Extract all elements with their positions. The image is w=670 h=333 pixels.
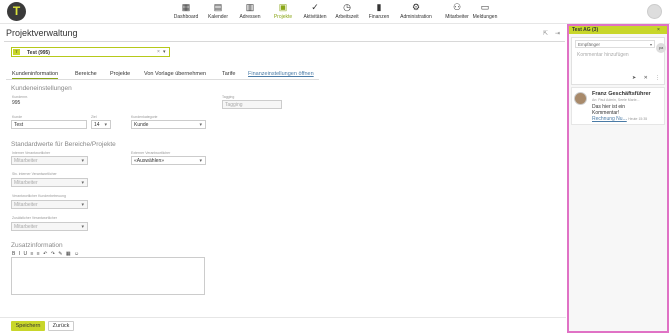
close-icon[interactable]: × [657,27,660,33]
tagging-input[interactable]: Tagging [222,100,282,109]
intern-verantwortlicher-value: Mitarbeiter [14,158,38,164]
tab-projekte[interactable]: Projekte [110,71,130,77]
message-icon: ▭ [480,2,490,12]
projects-icon: ▣ [278,2,288,12]
comment-author: Franz Geschäftsführer [592,91,651,97]
user-avatar[interactable] [647,4,662,19]
comment-card[interactable]: Franz Geschäftsführer An: Paul Admin, Se… [571,87,665,125]
section-standardwerte: Standardwerte für Bereiche/Projekte [11,141,116,148]
comment-link[interactable]: Rechnung Nu... [592,116,627,122]
building-icon: ▥ [245,2,255,12]
nav-meldungen[interactable]: ▭ Meldungen [462,2,508,22]
clock-icon: ◷ [343,2,351,12]
kundenkategorie-value: Kunde [134,122,149,128]
kunde-label: Kunde [12,115,23,119]
tagging-label: Tagging [222,95,235,99]
comment-compose-box: Empfänger ▾ Kommentar hinzufügen pa ➤ ✕ … [571,37,666,85]
project-tag-badge: T [13,49,20,55]
stv-intern-label: Stv. interner Verantwortlicher [12,172,57,176]
kundenbetreuung-value: Mitarbeiter [14,202,38,208]
recipients-select[interactable]: Empfänger ▾ [575,40,655,48]
extern-verantwortlicher-label: Externer Verantwortlicher [131,151,171,155]
comment-author-avatar [574,92,587,105]
stv-intern-select[interactable]: Mitarbeiter ▾ [11,178,88,187]
comment-input[interactable]: Kommentar hinzufügen [575,51,655,60]
zusatzinformation-editor[interactable] [11,257,205,295]
tab-von-vorlage[interactable]: Von Vorlage übernehmen [144,71,206,77]
ziel-select[interactable]: 14 ▾ [91,120,111,129]
kundennr-value: 995 [12,100,21,106]
intern-verantwortlicher-label: Interner Verantwortlicher [12,151,51,155]
project-select[interactable]: T Test (995) × ▾ [11,47,170,57]
page-title: Projektverwaltung [6,28,78,38]
back-button[interactable]: Zurück [48,321,74,331]
tab-finanzeinstellungen[interactable]: Finanzeinstellungen öffnen [248,71,314,77]
kundenkategorie-select[interactable]: Kunde ▾ [131,120,206,129]
tab-bereiche[interactable]: Bereiche [75,71,97,77]
ziel-select-value: 14 [94,122,100,128]
external-link-icon[interactable]: ⇱ [543,30,548,37]
expand-icon[interactable]: ⇥ [555,30,560,37]
chevron-down-icon: ▾ [81,202,84,208]
chevron-down-icon: ▾ [104,122,107,128]
section-kundeneinstellungen: Kundeneinstellungen [11,85,72,92]
chevron-down-icon: ▾ [81,158,84,164]
check-icon: ✓ [311,2,319,12]
kundennr-label: Kundennr. [12,95,28,99]
section-zusatzinformation: Zusatzinformation [11,242,63,249]
save-button[interactable]: Speichern [11,321,45,331]
clear-icon[interactable]: × [157,49,160,55]
calendar-icon: ▤ [213,2,223,12]
nav-administration[interactable]: ⚙ Administration [393,2,439,22]
chevron-down-icon: ▾ [199,122,202,128]
recipients-placeholder: Empfänger [578,42,601,47]
chevron-down-icon: ▾ [649,42,652,47]
stv-intern-value: Mitarbeiter [14,180,38,186]
chart-icon: ▮ [376,2,382,12]
comment-timestamp: - Heute 15:35 [626,117,648,121]
avatar: pa [656,43,666,53]
kundenbetreuung-label: Verantwortlicher Kundenbetreuung [12,194,66,198]
nav-label: Meldungen [472,14,498,20]
kunde-input-value: Test [14,122,24,128]
kunde-input[interactable]: Test [11,120,87,129]
app-logo[interactable]: T [7,2,26,21]
zusatz-verantwortlicher-label: Zusätzlicher Verantwortlicher [12,216,57,220]
kundenkategorie-label: Kundenkategorie [131,115,158,119]
ziel-label: Ziel [91,115,97,119]
comments-panel-header: Test AG (3) [569,26,667,34]
kundenbetreuung-select[interactable]: Mitarbeiter ▾ [11,200,88,209]
compose-actions[interactable]: ➤ ✕ ⋮ [632,75,663,81]
top-navigation-bar: T ▦ Dashboard ▤ Kalender ▥ Adressen ▣ Pr… [0,0,670,24]
comments-panel-title: Test AG (3) [572,27,599,33]
tab-divider [6,79,319,80]
tagging-placeholder: Tagging [225,102,243,108]
title-divider [4,41,565,42]
chevron-down-icon[interactable]: ▾ [163,49,166,55]
zusatz-verantwortlicher-select[interactable]: Mitarbeiter ▾ [11,222,88,231]
extern-verantwortlicher-value: «Auswählen» [134,158,165,164]
intern-verantwortlicher-select[interactable]: Mitarbeiter ▾ [11,156,88,165]
users-icon: ⚇ [452,2,462,12]
project-select-value: Test (995) [27,50,50,56]
tab-tarife[interactable]: Tarife [222,71,235,77]
tab-kundeninformation[interactable]: Kundeninformation [12,71,59,79]
comments-panel: Test AG (3) × Empfänger ▾ Kommentar hinz… [567,24,669,333]
chevron-down-icon: ▾ [81,224,84,230]
footer-bar [0,317,566,333]
dashboard-icon: ▦ [181,2,191,12]
chevron-down-icon: ▾ [199,158,202,164]
gear-icon: ⚙ [411,2,421,12]
nav-label: Administration [400,14,432,20]
comment-recipients: An: Paul Admin, Seele Marie... [592,98,640,102]
extern-verantwortlicher-select[interactable]: «Auswählen» ▾ [131,156,206,165]
zusatz-verantwortlicher-value: Mitarbeiter [14,224,38,230]
chevron-down-icon: ▾ [81,180,84,186]
